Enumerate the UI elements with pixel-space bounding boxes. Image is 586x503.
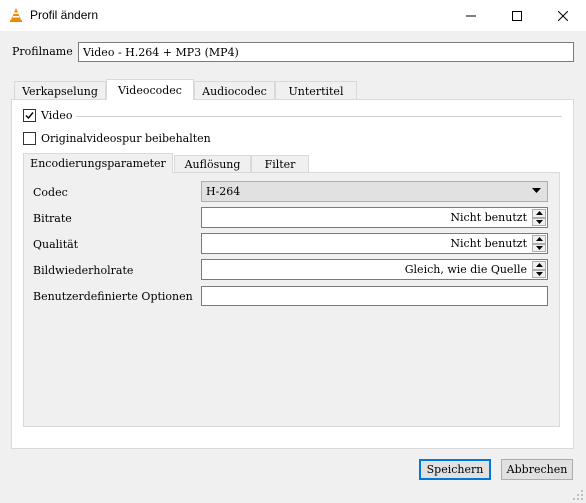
quality-increment-button[interactable] [532,235,546,244]
custom-options-input[interactable] [201,286,548,306]
video-checkbox[interactable] [23,109,36,122]
framerate-value: Gleich, wie die Quelle [404,263,527,276]
tab-filter[interactable]: Filter [251,155,309,173]
bitrate-spinbox[interactable]: Nicht benutzt [201,207,548,228]
maximize-button[interactable] [494,0,540,31]
title-bar: Profil ändern [0,0,586,31]
resize-grip-icon[interactable] [572,489,584,501]
codec-value: H-264 [206,185,241,198]
profile-edit-dialog: Profil ändern Profilname Video - H.264 +… [0,0,586,503]
bitrate-spin-buttons [532,209,546,226]
close-button[interactable] [540,0,586,31]
tab-encodierungsparameter[interactable]: Encodierungsparameter [23,153,173,173]
chevron-down-icon [532,188,541,193]
arrow-up-icon [535,211,543,216]
quality-label: Qualität [33,238,79,251]
arrow-down-icon [535,219,543,224]
keep-original-label: Originalvideospur beibehalten [41,132,211,145]
tab-videocodec[interactable]: Videocodec [106,79,194,100]
arrow-down-icon [535,271,543,276]
custom-options-label: Benutzerdefinierte Optionen [33,290,193,303]
quality-value: Nicht benutzt [450,237,527,250]
minimize-icon [466,15,476,16]
quality-decrement-button[interactable] [532,243,546,252]
framerate-increment-button[interactable] [532,261,546,270]
tab-audiocodec[interactable]: Audiocodec [194,81,275,100]
framerate-decrement-button[interactable] [532,269,546,278]
arrow-up-icon [535,263,543,268]
tab-untertitel[interactable]: Untertitel [275,81,357,100]
tab-verkapselung[interactable]: Verkapselung [14,81,106,100]
bitrate-label: Bitrate [33,212,72,225]
framerate-spinbox[interactable]: Gleich, wie die Quelle [201,259,548,280]
window-title: Profil ändern [30,8,99,22]
framerate-label: Bildwiederholrate [33,264,134,277]
quality-spin-buttons [532,235,546,252]
vlc-cone-icon [10,8,22,22]
quality-spinbox[interactable]: Nicht benutzt [201,233,548,254]
minimize-button[interactable] [448,0,494,31]
video-label: Video [41,109,73,122]
arrow-down-icon [535,245,543,250]
codec-select[interactable]: H-264 [201,181,548,202]
cancel-button[interactable]: Abbrechen [501,459,573,480]
bitrate-decrement-button[interactable] [532,217,546,226]
maximize-icon [512,10,522,21]
bitrate-value: Nicht benutzt [450,211,527,224]
keep-original-checkbox[interactable] [23,132,36,145]
profile-name-input[interactable]: Video - H.264 + MP3 (MP4) [78,42,574,62]
video-group-line [76,116,562,117]
arrow-up-icon [535,237,543,242]
framerate-spin-buttons [532,261,546,278]
checkmark-icon [25,112,34,120]
profile-name-label: Profilname [12,45,73,58]
codec-label: Codec [33,186,68,199]
save-button[interactable]: Speichern [419,459,491,480]
close-icon [558,10,568,21]
tab-aufloesung[interactable]: Auflösung [174,155,251,173]
bitrate-increment-button[interactable] [532,209,546,218]
